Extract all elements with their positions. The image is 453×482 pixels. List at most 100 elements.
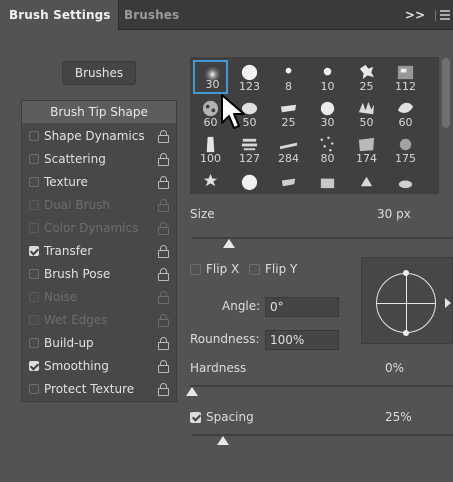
brush-grid-scrollbar[interactable] (442, 58, 450, 128)
size-slider-thumb[interactable] (223, 239, 235, 248)
roundness-handle[interactable] (403, 270, 409, 276)
brush-tip-cell[interactable]: 175 (388, 132, 423, 166)
hair-brush-icon (281, 178, 296, 187)
brush-size-label: 284 (278, 152, 299, 165)
wet-edges-checkbox[interactable] (29, 315, 39, 325)
option-label: Transfer (44, 244, 93, 258)
tab-brush-settings[interactable]: Brush Settings (0, 0, 119, 30)
option-label: Smoothing (44, 359, 109, 373)
spacing-value[interactable]: 25% (385, 410, 412, 424)
roundness-input[interactable]: 100% (265, 330, 339, 350)
brush-tip-cell[interactable]: 10 (310, 60, 345, 94)
brush-tip-cell[interactable]: 30 (310, 96, 345, 130)
brush-tip-cell[interactable]: 100 (193, 132, 228, 166)
panel-menu-icon[interactable] (440, 10, 450, 20)
tab-brushes[interactable]: Brushes (124, 0, 179, 30)
brush-size-label: 123 (239, 80, 260, 93)
spacing-slider-thumb[interactable] (217, 436, 229, 445)
color-dynamics-checkbox[interactable] (29, 223, 39, 233)
hardness-label: Hardness (190, 361, 247, 375)
brush-tip-cell[interactable]: 80 (310, 132, 345, 166)
brush-tip-shape-item[interactable]: Brush Tip Shape (22, 101, 176, 123)
brush-tip-cell[interactable]: 60 (388, 96, 423, 130)
option-noise[interactable]: Noise (22, 286, 176, 309)
transfer-checkbox[interactable] (29, 246, 39, 256)
brush-tip-cell[interactable]: 30 (193, 60, 228, 94)
lock-icon[interactable] (158, 337, 170, 350)
lock-icon[interactable] (158, 222, 170, 235)
angle-arrow-icon[interactable] (445, 298, 451, 308)
brush-size-label: 25 (359, 80, 374, 93)
option-dual-brush[interactable]: Dual Brush (22, 194, 176, 217)
lock-icon[interactable] (158, 153, 170, 166)
shape-dynamics-checkbox[interactable] (29, 131, 39, 141)
brush-tip-cell[interactable] (193, 168, 228, 194)
dual-brush-checkbox[interactable] (29, 200, 39, 210)
flip-y-checkbox[interactable] (249, 264, 260, 275)
brush-tip-cell[interactable] (388, 168, 423, 194)
hardness-slider-thumb[interactable] (186, 387, 198, 396)
option-scattering[interactable]: Scattering (22, 148, 176, 171)
option-label: Brush Pose (44, 267, 111, 281)
brush-pose-checkbox[interactable] (29, 269, 39, 279)
brushes-button[interactable]: Brushes (62, 61, 136, 85)
lock-icon[interactable] (158, 245, 170, 258)
brush-tip-cell[interactable]: 127 (232, 132, 267, 166)
expand-panels-icon[interactable]: >> (405, 0, 425, 30)
flake-brush-icon (360, 176, 373, 187)
option-wet-edges[interactable]: Wet Edges (22, 309, 176, 332)
brush-tip-cell[interactable] (271, 168, 306, 194)
option-texture[interactable]: Texture (22, 171, 176, 194)
angle-roundness-widget[interactable] (361, 257, 453, 344)
lock-icon[interactable] (158, 314, 170, 327)
flip-x-checkbox[interactable] (190, 264, 201, 275)
lock-icon[interactable] (158, 383, 170, 396)
noise-checkbox[interactable] (29, 292, 39, 302)
spacing-slider-track[interactable] (192, 434, 453, 436)
brush-size-label: 50 (359, 116, 374, 129)
brush-tip-cell[interactable]: 25 (349, 60, 384, 94)
brush-tip-cell[interactable] (310, 168, 345, 194)
angle-label: Angle: (222, 299, 261, 313)
angle-input[interactable]: 0° (265, 297, 339, 317)
option-shape-dynamics[interactable]: Shape Dynamics (22, 125, 176, 148)
option-brush-pose[interactable]: Brush Pose (22, 263, 176, 286)
protect-texture-checkbox[interactable] (29, 384, 39, 394)
lock-icon[interactable] (158, 176, 170, 189)
lock-icon[interactable] (158, 291, 170, 304)
angle-vertical-axis (406, 273, 407, 333)
scattering-checkbox[interactable] (29, 154, 39, 164)
brush-size-label: 127 (239, 152, 260, 165)
brush-size-label: 25 (281, 116, 296, 129)
spacing-checkbox[interactable] (190, 412, 201, 423)
brush-tip-cell[interactable]: 112 (388, 60, 423, 94)
brush-tip-cell[interactable] (232, 168, 267, 194)
brush-tip-cell[interactable] (349, 168, 384, 194)
hardness-value[interactable]: 0% (385, 361, 404, 375)
option-transfer[interactable]: Transfer (22, 240, 176, 263)
build-up-checkbox[interactable] (29, 338, 39, 348)
option-build-up[interactable]: Build-up (22, 332, 176, 355)
option-color-dynamics[interactable]: Color Dynamics (22, 217, 176, 240)
lock-icon[interactable] (158, 360, 170, 373)
brush-tip-cell[interactable]: 174 (349, 132, 384, 166)
smoothing-checkbox[interactable] (29, 361, 39, 371)
lock-icon[interactable] (158, 268, 170, 281)
texture-checkbox[interactable] (29, 177, 39, 187)
brush-tip-cell[interactable]: 8 (271, 60, 306, 94)
hardness-slider-track[interactable] (190, 385, 453, 387)
size-value[interactable]: 30 px (377, 207, 411, 221)
lock-icon[interactable] (158, 199, 170, 212)
lock-icon[interactable] (158, 130, 170, 143)
size-label: Size (190, 207, 215, 221)
brush-tip-cell[interactable]: 123 (232, 60, 267, 94)
option-smoothing[interactable]: Smoothing (22, 355, 176, 378)
brush-tip-cell[interactable]: 284 (271, 132, 306, 166)
brush-tip-cell[interactable]: 50 (349, 96, 384, 130)
brush-size-label: 8 (285, 80, 292, 93)
option-label: Shape Dynamics (44, 129, 145, 143)
option-protect-texture[interactable]: Protect Texture (22, 378, 176, 401)
flip-y-label: Flip Y (265, 262, 298, 276)
roundness-handle[interactable] (403, 330, 409, 336)
brush-tip-cell[interactable]: 25 (271, 96, 306, 130)
